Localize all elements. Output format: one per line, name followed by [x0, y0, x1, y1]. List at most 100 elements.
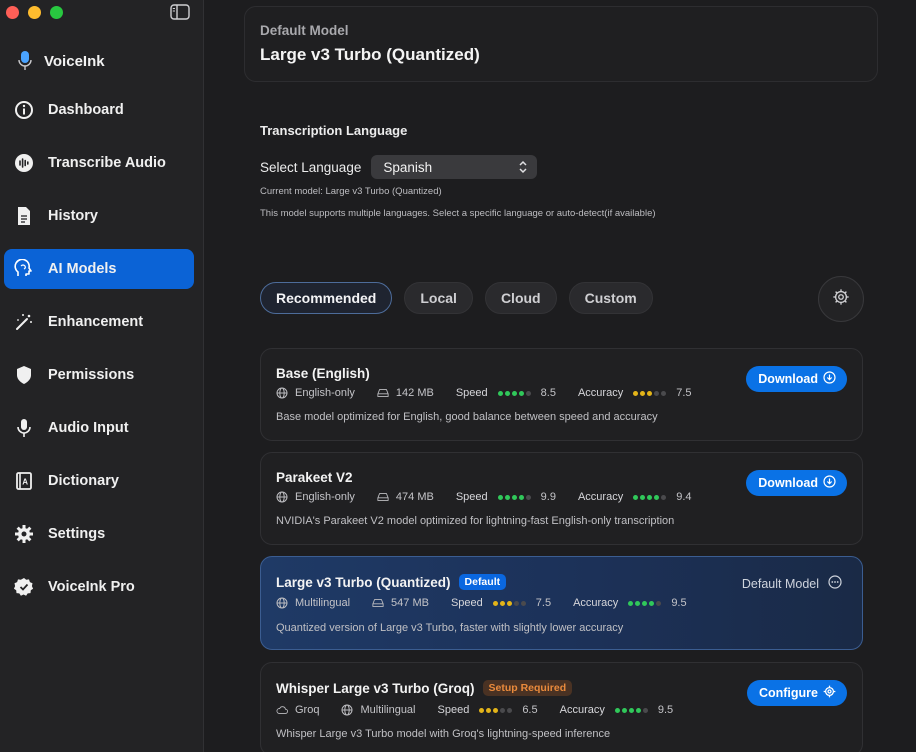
default-model-status-label: Default Model: [741, 576, 819, 591]
sidebar: VoiceInk Dashboard Transcribe Audio Hist…: [0, 0, 204, 752]
model-description: Quantized version of Large v3 Turbo, fas…: [276, 622, 624, 634]
info-circle-icon: [14, 100, 34, 120]
accuracy-label: Accuracy: [559, 704, 605, 716]
language-support-note: This model supports multiple languages. …: [260, 208, 656, 219]
model-card-base-english[interactable]: Base (English) English-only 142 MB Speed…: [260, 348, 863, 441]
current-model-note: Current model: Large v3 Turbo (Quantized…: [260, 186, 442, 197]
sidebar-item-ai-models[interactable]: AI Models: [4, 249, 194, 289]
sidebar-item-permissions[interactable]: Permissions: [4, 355, 194, 395]
more-options-icon[interactable]: [828, 575, 842, 592]
model-name: Large v3 Turbo (Quantized): [276, 574, 451, 590]
sidebar-item-transcribe-audio[interactable]: Transcribe Audio: [4, 143, 194, 183]
model-size: 474 MB: [395, 491, 434, 503]
language-select-row: Select Language Spanish: [260, 155, 538, 179]
app-brand: VoiceInk: [16, 50, 105, 72]
model-description: Whisper Large v3 Turbo model with Groq's…: [276, 728, 611, 740]
model-size: 547 MB: [391, 597, 429, 609]
speed-rating-dots: [492, 600, 526, 606]
sidebar-toggle-icon[interactable]: [170, 4, 190, 20]
sidebar-item-label: Audio Input: [48, 420, 129, 436]
model-language: Multilingual: [360, 704, 416, 716]
model-settings-button[interactable]: [818, 276, 864, 322]
transcription-language-title: Transcription Language: [260, 123, 408, 138]
sidebar-item-dashboard[interactable]: Dashboard: [4, 90, 194, 130]
model-card-large-v3-turbo-quantized[interactable]: Large v3 Turbo (Quantized) Default Multi…: [260, 556, 863, 650]
accuracy-value: 9.5: [671, 597, 687, 609]
book-icon: A: [14, 471, 34, 491]
tab-recommended[interactable]: Recommended: [260, 282, 393, 314]
language-select[interactable]: Spanish: [371, 155, 538, 179]
accuracy-rating-dots: [628, 600, 662, 606]
configure-button-label: Configure: [758, 686, 818, 700]
minimize-window-button[interactable]: [28, 6, 41, 19]
tab-local[interactable]: Local: [404, 282, 473, 314]
speed-rating-dots: [497, 390, 531, 396]
tab-cloud[interactable]: Cloud: [484, 282, 557, 314]
svg-text:A: A: [22, 478, 28, 487]
model-card-whisper-large-v3-turbo-groq[interactable]: Whisper Large v3 Turbo (Groq) Setup Requ…: [260, 662, 863, 752]
sidebar-item-label: Enhancement: [48, 314, 144, 330]
speed-value: 6.5: [522, 704, 538, 716]
configure-button[interactable]: Configure: [746, 680, 847, 706]
sidebar-item-audio-input[interactable]: Audio Input: [4, 408, 194, 448]
globe-icon: [276, 491, 288, 503]
sidebar-item-label: Settings: [48, 526, 106, 542]
sidebar-item-settings[interactable]: Settings: [4, 514, 194, 554]
model-name-row: Parakeet V2: [276, 470, 353, 485]
app-name: VoiceInk: [44, 52, 105, 70]
model-language: English-only: [295, 387, 355, 399]
document-icon: [14, 206, 34, 226]
model-description: NVIDIA's Parakeet V2 model optimized for…: [276, 515, 675, 527]
default-model-caption: Default Model: [260, 23, 349, 38]
model-card-parakeet-v2[interactable]: Parakeet V2 English-only 474 MB Speed 9.…: [260, 452, 863, 545]
model-meta: English-only 142 MB Speed 8.5 Accuracy 7…: [276, 387, 692, 399]
sidebar-item-voiceink-pro[interactable]: VoiceInk Pro: [4, 567, 194, 607]
gear-icon: [832, 288, 850, 311]
window-controls: [6, 6, 63, 19]
gear-icon: [823, 685, 836, 701]
speed-rating-dots: [479, 707, 513, 713]
model-meta: Multilingual 547 MB Speed 7.5 Accuracy 9…: [276, 597, 687, 609]
download-circle-icon: [823, 371, 836, 387]
default-model-status: Default Model: [742, 575, 842, 592]
disk-icon: [377, 491, 389, 503]
model-name: Base (English): [276, 366, 370, 381]
speed-label: Speed: [455, 387, 488, 399]
speed-label: Speed: [450, 597, 483, 609]
model-name-row: Base (English): [276, 366, 370, 381]
model-language: English-only: [295, 491, 355, 503]
model-name-row: Whisper Large v3 Turbo (Groq) Setup Requ…: [276, 680, 573, 696]
download-circle-icon: [823, 475, 836, 491]
sidebar-item-label: Transcribe Audio: [48, 155, 166, 171]
sidebar-item-enhancement[interactable]: Enhancement: [4, 302, 194, 342]
accuracy-rating-dots: [633, 390, 667, 396]
close-window-button[interactable]: [6, 6, 19, 19]
waveform-icon: [14, 153, 34, 173]
download-button[interactable]: Download: [746, 470, 847, 496]
accuracy-value: 9.5: [657, 704, 674, 716]
globe-icon: [341, 704, 353, 716]
chevron-up-down-icon: [518, 160, 528, 174]
main-content: Default Model Large v3 Turbo (Quantized)…: [204, 0, 916, 752]
model-name: Whisper Large v3 Turbo (Groq): [276, 680, 475, 696]
sidebar-item-label: VoiceInk Pro: [48, 579, 135, 595]
microphone-icon: [14, 418, 34, 438]
sidebar-item-dictionary[interactable]: A Dictionary: [4, 461, 194, 501]
accuracy-label: Accuracy: [573, 597, 619, 609]
seal-check-icon: [14, 577, 34, 597]
download-button-label: Download: [758, 372, 818, 386]
sidebar-item-history[interactable]: History: [4, 196, 194, 236]
model-description: Base model optimized for English, good b…: [276, 411, 658, 423]
app-logo-icon: [16, 50, 34, 72]
setup-required-badge: Setup Required: [482, 680, 573, 696]
sidebar-item-label: History: [48, 208, 98, 224]
disk-icon: [377, 387, 389, 399]
cloud-icon: [276, 704, 288, 716]
gear-icon: [14, 524, 34, 544]
model-meta: English-only 474 MB Speed 9.9 Accuracy 9…: [276, 491, 692, 503]
brain-head-icon: [14, 259, 34, 279]
tab-custom[interactable]: Custom: [568, 282, 653, 314]
download-button[interactable]: Download: [746, 366, 847, 392]
zoom-window-button[interactable]: [50, 6, 63, 19]
accuracy-value: 9.4: [676, 491, 692, 503]
